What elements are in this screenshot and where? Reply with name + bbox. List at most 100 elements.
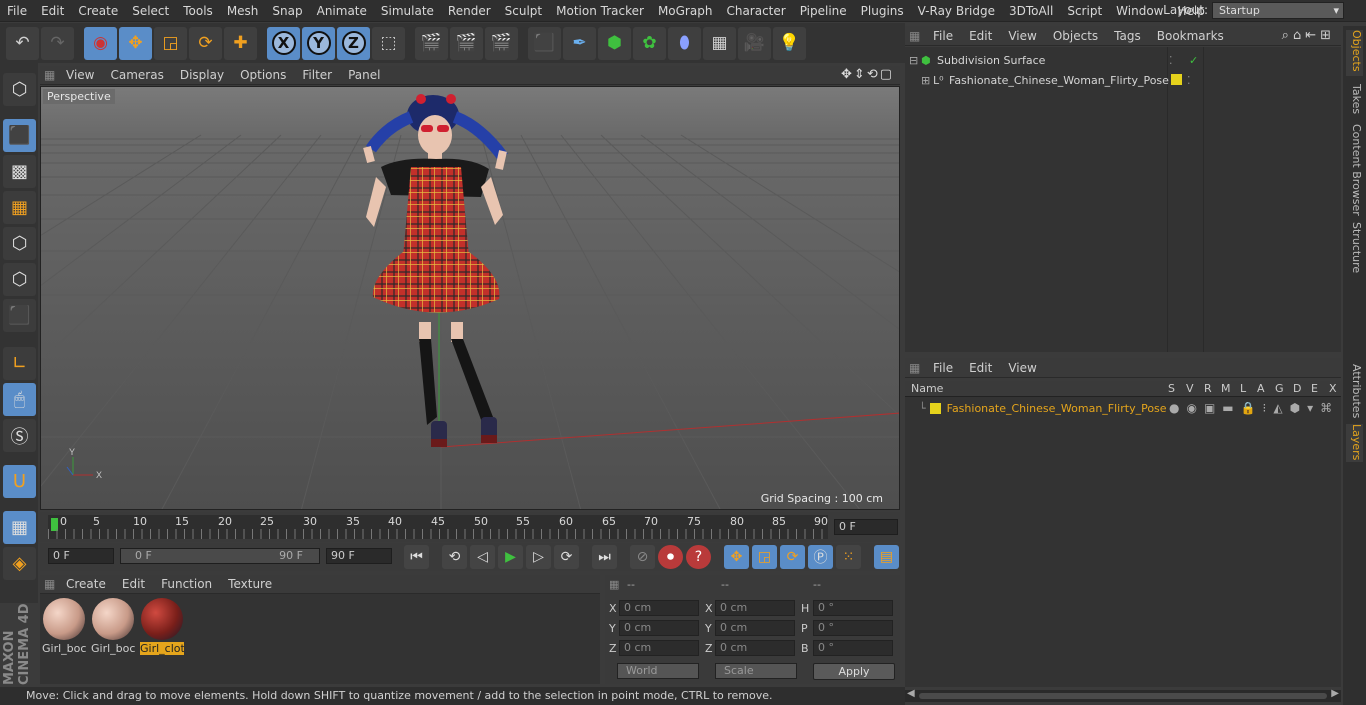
visibility-dots-icon[interactable]: ⁚ [1187,74,1191,87]
menu-character[interactable]: Character [719,4,792,18]
material-swatch[interactable]: Girl_boc [42,598,86,658]
autokey-button[interactable]: ⏺ [658,545,683,569]
objects-menu-tags[interactable]: Tags [1106,29,1149,43]
material-menu-function[interactable]: Function [153,577,220,591]
apply-button[interactable]: Apply [813,663,895,680]
points-mode-button[interactable]: ⬡ [3,227,36,260]
layer-color-tag[interactable] [1171,74,1182,85]
tab-takes[interactable]: Takes [1346,84,1363,114]
polygons-mode-button[interactable]: ⬛ [3,299,36,332]
menu-sculpt[interactable]: Sculpt [498,4,549,18]
add-light-button[interactable]: 💡 [773,26,806,60]
viewport-menu-display[interactable]: Display [172,68,232,82]
coordinate-space-select[interactable]: World [617,663,699,679]
size-x-field[interactable]: 0 cm [715,600,795,616]
timeline-window-button[interactable]: ▤ [874,545,899,569]
render-settings-button[interactable]: 🎬 [485,26,518,60]
objects-menu-file[interactable]: File [925,29,961,43]
menu-create[interactable]: Create [71,4,125,18]
model-mode-button[interactable]: ⬛ [3,119,36,152]
tree-expand-icon[interactable]: ⊞ [921,74,933,87]
menu-mesh[interactable]: Mesh [220,4,266,18]
previous-frame-button[interactable]: ◁ [470,545,495,569]
scrollbar-thumb[interactable] [919,693,1327,699]
material-swatch-selected[interactable]: Girl_clot [140,598,184,658]
current-frame-field[interactable]: 0 F [834,519,898,535]
key-parameter-button[interactable]: Ⓟ [808,545,833,569]
viewport-menu-view[interactable]: View [58,68,102,82]
menu-simulate[interactable]: Simulate [374,4,441,18]
key-position-button[interactable]: ✥ [724,545,749,569]
menu-pipeline[interactable]: Pipeline [793,4,854,18]
size-z-field[interactable]: 0 cm [715,640,795,656]
enabled-check-icon[interactable]: ✓ [1189,54,1198,67]
size-y-field[interactable]: 0 cm [715,620,795,636]
menu-animate[interactable]: Animate [310,4,374,18]
menu-plugins[interactable]: Plugins [854,4,911,18]
start-frame-field[interactable]: 0 F [48,548,114,564]
scale-tool-button[interactable]: ◲ [154,26,187,60]
rotation-h-field[interactable]: 0 ° [813,600,893,616]
axis-mode-button[interactable]: ∟ [3,347,36,380]
layers-menu-edit[interactable]: Edit [961,361,1000,375]
add-subdivision-button[interactable]: ⬢ [598,26,631,60]
position-x-field[interactable]: 0 cm [619,600,699,616]
magnet-button[interactable]: U [3,465,36,498]
menu-motion-tracker[interactable]: Motion Tracker [549,4,651,18]
object-row-character[interactable]: ⊞ L⁰ Fashionate_Chinese_Woman_Flirty_Pos… [905,70,1341,90]
layer-horizontal-scrollbar[interactable]: ◀ ▶ [905,688,1341,702]
tab-attributes[interactable]: Attributes [1346,364,1363,418]
frame-range-slider[interactable]: 0 F 90 F [120,548,320,564]
tweak-mode-button[interactable]: 🖱 [3,383,36,416]
go-to-start-button[interactable]: ⏮ [404,545,429,569]
recent-tool-button[interactable]: ✚ [224,26,257,60]
x-axis-lock-button[interactable]: X [267,26,300,60]
add-cube-button[interactable]: ⬛ [528,26,561,60]
visibility-dots-icon[interactable]: ⁚ [1169,54,1173,67]
objects-menu-view[interactable]: View [1000,29,1044,43]
menu-vray-bridge[interactable]: V-Ray Bridge [911,4,1002,18]
texture-mode-button[interactable]: ▩ [3,155,36,188]
layers-menu-view[interactable]: View [1000,361,1044,375]
viewport-menu-filter[interactable]: Filter [294,68,340,82]
layers-menu-file[interactable]: File [925,361,961,375]
material-menu-edit[interactable]: Edit [114,577,153,591]
viewport-navigation-icons[interactable]: ✥⇕⟲▢ [841,67,894,82]
tab-layers[interactable]: Layers [1346,424,1363,462]
render-view-button[interactable]: 🎬 [415,26,448,60]
tab-objects[interactable]: Objects [1346,30,1363,76]
edges-mode-button[interactable]: ⬡ [3,263,36,296]
object-manager-nav-icons[interactable]: ⌕⌂⇤⊞ [1282,28,1335,43]
coordinate-system-button[interactable]: ⬚ [372,26,405,60]
frame-ruler[interactable]: 0 5 10 15 20 25 30 35 40 45 50 55 60 65 … [48,515,828,539]
render-picture-viewer-button[interactable]: 🎬 [450,26,483,60]
add-pen-button[interactable]: ✒ [563,26,596,60]
perspective-viewport[interactable]: Y X Perspective Grid Spacing : 100 cm [40,86,900,510]
menu-tools[interactable]: Tools [176,4,220,18]
tab-content-browser[interactable]: Content Browser [1346,124,1363,216]
key-rotation-button[interactable]: ⟳ [780,545,805,569]
timeline-ruler[interactable]: 0 5 10 15 20 25 30 35 40 45 50 55 60 65 … [40,512,900,542]
add-cloner-button[interactable]: ✿ [633,26,666,60]
viewport-menu-options[interactable]: Options [232,68,294,82]
menu-render[interactable]: Render [441,4,498,18]
menu-mograph[interactable]: MoGraph [651,4,720,18]
objects-menu-objects[interactable]: Objects [1045,29,1106,43]
menu-select[interactable]: Select [125,4,176,18]
menu-snap[interactable]: Snap [265,4,309,18]
material-menu-texture[interactable]: Texture [220,577,280,591]
layer-flag-icons[interactable]: ●◉▣▬🔒⁝◭⬢▾⌘ [1169,401,1339,415]
redo-button[interactable]: ↷ [41,26,74,60]
record-keys-button[interactable]: ⊘ [630,545,655,569]
menu-script[interactable]: Script [1060,4,1109,18]
next-frame-button[interactable]: ▷ [526,545,551,569]
coordinate-mode-select[interactable]: Scale [715,663,797,679]
menu-edit[interactable]: Edit [34,4,71,18]
key-pla-button[interactable]: ⁙ [836,545,861,569]
keyframe-selection-button[interactable]: ? [686,545,711,569]
scroll-right-icon[interactable]: ▶ [1331,688,1339,699]
y-axis-lock-button[interactable]: Y [302,26,335,60]
material-swatch[interactable]: Girl_boc [91,598,135,658]
viewport-menu-cameras[interactable]: Cameras [102,68,171,82]
material-menu-create[interactable]: Create [58,577,114,591]
